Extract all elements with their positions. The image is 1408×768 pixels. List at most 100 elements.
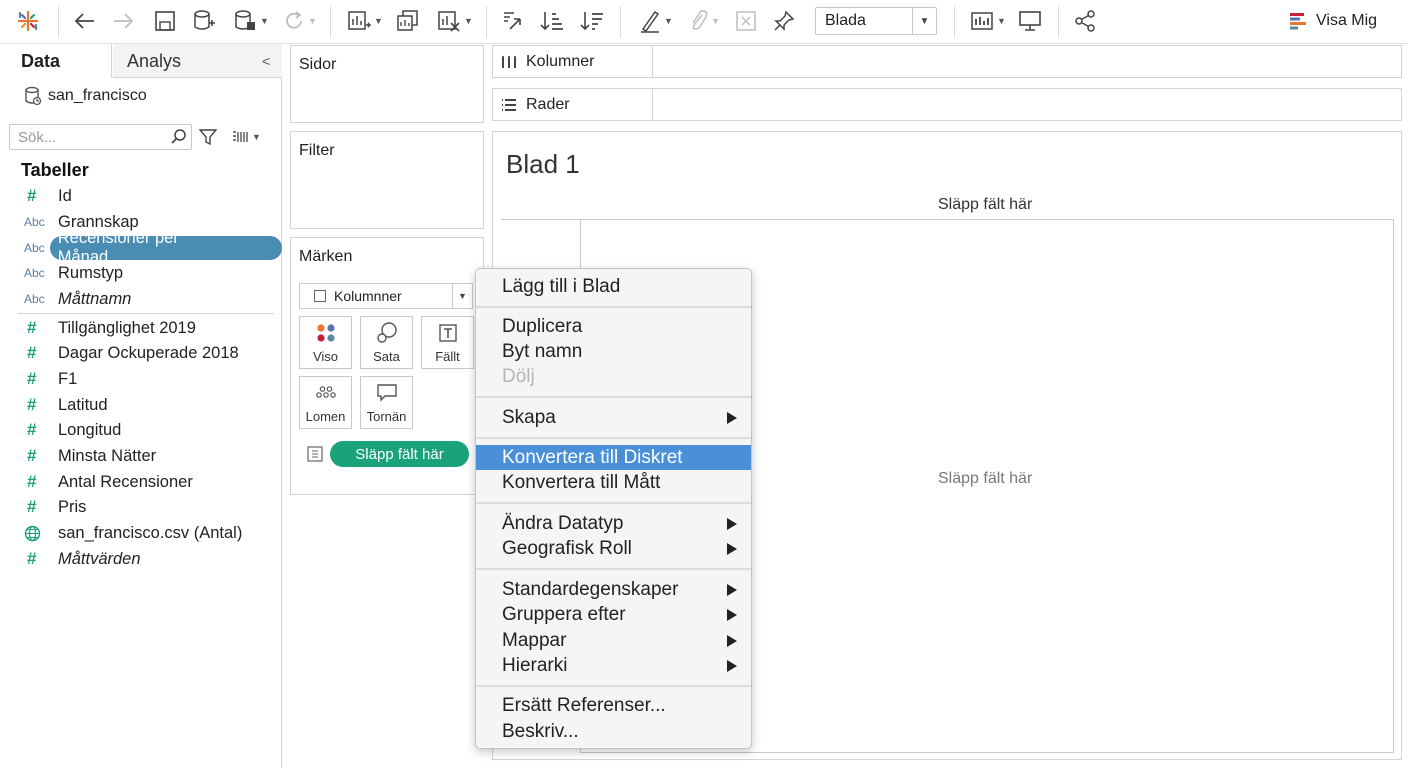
duplicate-sheet-icon[interactable]: [394, 8, 422, 34]
number-type-icon: #: [27, 446, 37, 465]
field-item[interactable]: # Antal Recensioner: [0, 470, 282, 494]
sort-descending-icon[interactable]: [579, 8, 605, 34]
save-icon[interactable]: [152, 8, 178, 34]
clear-sheet-icon[interactable]: ▼: [434, 8, 476, 34]
redo-icon[interactable]: [110, 8, 136, 34]
menu-item-folders[interactable]: Mappar: [476, 628, 751, 653]
field-item[interactable]: # Pris: [0, 495, 282, 519]
submenu-arrow-icon: [727, 412, 737, 424]
chevron-down-icon[interactable]: ▼: [912, 8, 936, 34]
rows-icon: [502, 98, 516, 111]
sort-ascending-icon[interactable]: [539, 8, 565, 34]
text-label-icon: [438, 321, 458, 345]
field-item[interactable]: # F1: [0, 367, 282, 391]
show-me-button[interactable]: Visa Mig: [1290, 9, 1377, 33]
datasource-name: san_francisco: [48, 87, 147, 104]
field-item[interactable]: Abc Måttnamn: [0, 287, 282, 311]
field-name: Rumstyp: [58, 263, 124, 282]
fit-icon[interactable]: [733, 8, 759, 34]
field-name: Minsta Nätter: [58, 446, 157, 465]
view-drop-zone[interactable]: Släpp fält här: [938, 470, 1032, 488]
sheet-title[interactable]: Blad 1: [506, 149, 580, 180]
new-datasource-icon[interactable]: [190, 8, 218, 34]
field-item[interactable]: # Id: [0, 184, 282, 208]
chevron-down-icon[interactable]: ▼: [452, 284, 472, 308]
menu-item-duplicate[interactable]: Duplicera: [476, 314, 751, 339]
fit-select[interactable]: Blada ▼: [815, 7, 937, 35]
mark-type-select[interactable]: Kolumnner ▼: [299, 283, 473, 309]
field-item[interactable]: # Longitud: [0, 418, 282, 442]
attachment-icon[interactable]: ▼: [684, 8, 724, 34]
share-icon[interactable]: [1072, 8, 1098, 34]
menu-item-group-by-label: Gruppera efter: [502, 603, 626, 625]
columns-drop-zone[interactable]: Släpp fält här: [938, 196, 1032, 214]
filters-card[interactable]: Filter: [290, 131, 484, 229]
field-context-menu: Lägg till i Blad Duplicera Byt namn Dölj…: [475, 268, 752, 749]
presentation-mode-icon[interactable]: [1016, 8, 1044, 34]
field-name: Pris: [58, 497, 87, 516]
filter-icon[interactable]: [199, 128, 217, 146]
field-name: Måttnamn: [58, 289, 132, 308]
menu-item-add-to-sheet[interactable]: Lägg till i Blad: [476, 274, 751, 299]
detail-mark-button[interactable]: Lomen: [299, 376, 352, 429]
field-item[interactable]: # Måttvärden: [0, 547, 282, 571]
field-item-selected[interactable]: Abc Recensioner per Månad: [0, 229, 282, 266]
rows-shelf[interactable]: Rader: [492, 88, 1402, 121]
marks-drop-field-pill[interactable]: Släpp fält här: [330, 441, 469, 467]
field-item[interactable]: # Dagar Ockuperade 2018: [0, 341, 282, 365]
number-type-icon: #: [27, 186, 37, 205]
refresh-icon[interactable]: ▼: [280, 8, 320, 34]
marks-card: Märken Kolumnner ▼ Viso Sata Fällt Lomen…: [290, 237, 484, 495]
menu-item-change-data-type[interactable]: Ändra Datatyp: [476, 511, 751, 536]
pages-card[interactable]: Sidor: [290, 45, 484, 123]
label-mark-button[interactable]: Fällt: [421, 316, 474, 369]
menu-item-default-properties[interactable]: Standardegenskaper: [476, 577, 751, 602]
color-mark-button[interactable]: Viso: [299, 316, 352, 369]
search-icon[interactable]: [167, 129, 191, 145]
menu-item-rename[interactable]: Byt namn: [476, 339, 751, 364]
show-labels-icon[interactable]: ▼: [968, 8, 1008, 34]
menu-item-hierarchy[interactable]: Hierarki: [476, 653, 751, 678]
view-options-button[interactable]: ▼: [232, 130, 261, 144]
field-item[interactable]: Abc Rumstyp: [0, 261, 282, 285]
menu-separator: [476, 568, 751, 570]
menu-item-convert-to-discrete[interactable]: Konvertera till Diskret: [476, 445, 751, 470]
menu-item-geographic-role-label: Geografisk Roll: [502, 537, 632, 559]
field-item[interactable]: san_francisco.csv (Antal): [0, 521, 282, 545]
menu-separator: [476, 502, 751, 504]
collapse-pane-icon[interactable]: <: [262, 53, 270, 69]
tab-analys[interactable]: Analys: [113, 44, 282, 77]
datasource-item[interactable]: san_francisco: [24, 86, 147, 106]
rows-shelf-label: Rader: [493, 89, 653, 120]
field-item[interactable]: # Latitud: [0, 393, 282, 417]
tableau-logo-icon[interactable]: [14, 8, 42, 34]
menu-item-replace-references[interactable]: Ersätt Referenser...: [476, 693, 751, 718]
pause-updates-icon[interactable]: ▼: [230, 8, 272, 34]
menu-separator: [476, 685, 751, 687]
size-mark-button[interactable]: Sata: [360, 316, 413, 369]
highlight-pen-icon[interactable]: ▼: [636, 8, 676, 34]
detail-mark-label: Lomen: [305, 409, 346, 424]
undo-icon[interactable]: [72, 8, 98, 34]
pin-axis-icon[interactable]: [771, 8, 797, 34]
field-item[interactable]: # Minsta Nätter: [0, 444, 282, 468]
submenu-arrow-icon: [727, 518, 737, 530]
search-input[interactable]: [10, 128, 167, 146]
swap-rows-columns-icon[interactable]: [499, 8, 525, 34]
number-type-icon: #: [27, 395, 37, 414]
columns-shelf[interactable]: Kolumner: [492, 45, 1402, 78]
menu-item-geographic-role[interactable]: Geografisk Roll: [476, 536, 751, 561]
number-type-icon: #: [27, 318, 37, 337]
menu-item-group-by[interactable]: Gruppera efter: [476, 602, 751, 627]
field-item[interactable]: # Tillgänglighet 2019: [0, 316, 282, 340]
menu-item-describe[interactable]: Beskriv...: [476, 719, 751, 744]
new-worksheet-icon[interactable]: ▼: [344, 8, 386, 34]
tab-data[interactable]: Data: [0, 44, 112, 78]
menu-item-create[interactable]: Skapa: [476, 405, 751, 430]
number-type-icon: #: [27, 472, 37, 491]
menu-item-convert-to-measure[interactable]: Konvertera till Mått: [476, 470, 751, 495]
show-me-icon: [1290, 13, 1306, 30]
field-search[interactable]: [9, 124, 192, 150]
marks-card-title: Märken: [299, 248, 353, 265]
tooltip-mark-button[interactable]: Tornän: [360, 376, 413, 429]
